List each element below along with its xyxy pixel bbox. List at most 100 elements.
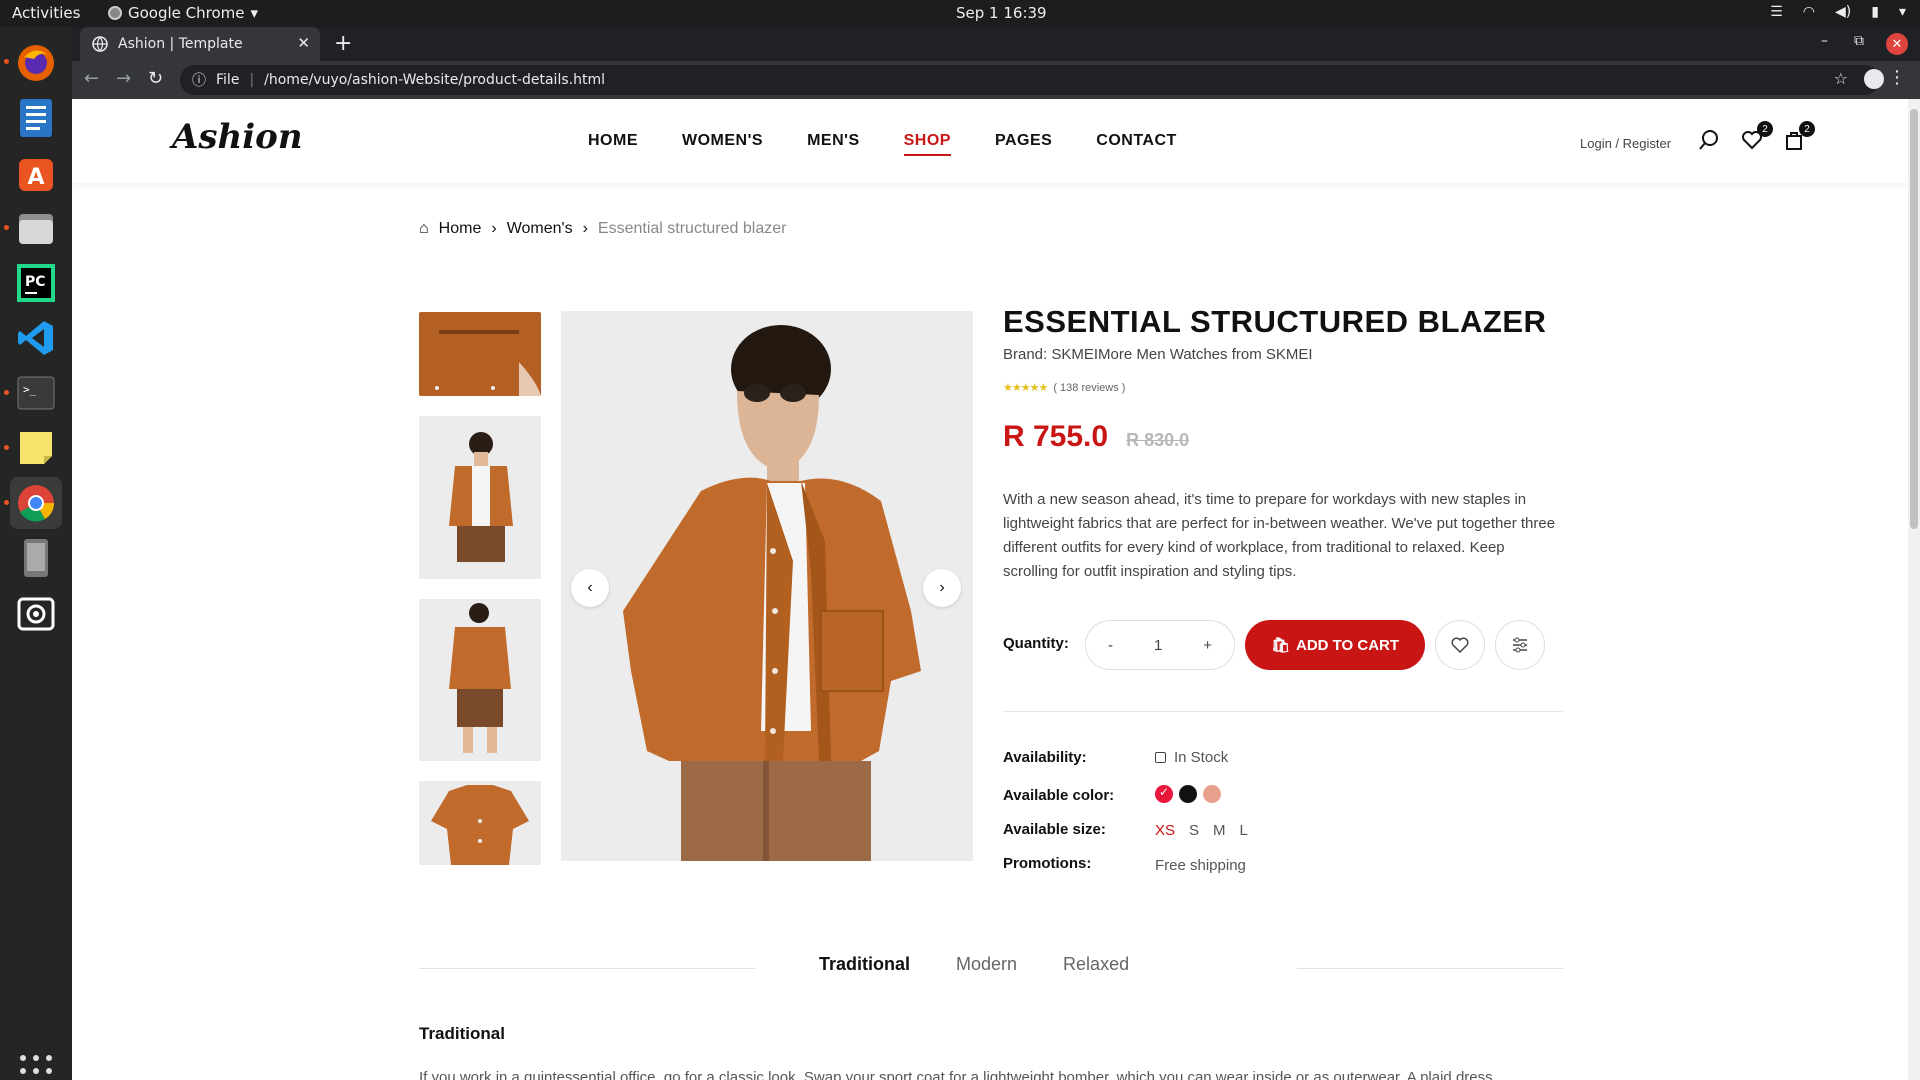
browser-menu-icon[interactable]: ⋮ [1888, 67, 1906, 88]
size-s[interactable]: S [1189, 822, 1199, 839]
size-l[interactable]: L [1240, 822, 1248, 839]
new-tab-icon[interactable]: + [334, 31, 352, 56]
bookmark-star-icon[interactable]: ☆ [1834, 69, 1848, 88]
url-separator: | [249, 72, 255, 88]
cart-bag-icon[interactable]: 2 [1783, 121, 1815, 153]
product-thumbnail-4[interactable] [419, 781, 541, 865]
info-icon[interactable]: ⓘ [192, 70, 206, 90]
volume-icon[interactable]: ◀) [1835, 4, 1851, 20]
tab-relaxed[interactable]: Relaxed [1063, 954, 1129, 975]
firefox-icon[interactable] [10, 37, 62, 89]
software-center-icon[interactable]: A [10, 147, 62, 199]
product-thumbnail-2[interactable] [419, 416, 541, 579]
page-scrollbar[interactable] [1908, 99, 1920, 1080]
battery-icon[interactable]: ▮ [1871, 4, 1879, 20]
nav-womens[interactable]: WOMEN'S [682, 132, 763, 156]
heart-icon [1451, 637, 1469, 654]
size-m[interactable]: M [1213, 822, 1226, 839]
tab-modern[interactable]: Modern [956, 954, 1017, 975]
reload-icon[interactable]: ↻ [148, 68, 163, 89]
nav-shop[interactable]: SHOP [903, 132, 951, 156]
qty-value[interactable]: 1 [1154, 637, 1162, 654]
next-image-button[interactable]: › [923, 569, 961, 607]
restore-icon[interactable]: ⧉ [1854, 33, 1864, 49]
profile-avatar-icon[interactable] [1864, 69, 1884, 89]
color-swatch-peach[interactable] [1203, 785, 1221, 803]
nav-pages[interactable]: PAGES [995, 132, 1052, 156]
power-caret-icon[interactable]: ▾ [1899, 4, 1906, 20]
tab-traditional[interactable]: Traditional [819, 954, 910, 975]
chrome-icon [108, 6, 122, 20]
nav-mens[interactable]: MEN'S [807, 132, 860, 156]
compare-button[interactable] [1495, 620, 1545, 670]
promotions-label: Promotions: [1003, 855, 1092, 872]
prev-image-button[interactable]: ‹ [571, 569, 609, 607]
sticky-notes-icon[interactable] [10, 422, 62, 474]
terminal-icon[interactable]: >_ [10, 367, 62, 419]
product-thumbnail-3[interactable] [419, 599, 541, 761]
address-bar[interactable]: ⓘ File | /home/vuyo/ashion-Website/produ… [180, 65, 1880, 95]
svg-text:>_: >_ [23, 383, 37, 396]
device-icon[interactable] [10, 532, 62, 584]
search-icon[interactable] [1698, 129, 1722, 153]
wifi-icon[interactable]: ◠ [1803, 4, 1815, 20]
quantity-stepper[interactable]: - 1 + [1085, 620, 1235, 670]
files-icon[interactable] [10, 202, 62, 254]
minimize-icon[interactable]: – [1821, 33, 1828, 49]
tab-title: Ashion | Template [118, 36, 243, 52]
url-scheme: File [216, 72, 240, 88]
login-register-link[interactable]: Login / Register [1580, 136, 1671, 151]
color-swatch-red[interactable]: ✓ [1155, 785, 1173, 803]
wishlist-heart-icon[interactable]: 2 [1741, 121, 1773, 153]
forward-icon[interactable]: → [116, 68, 131, 89]
pycharm-icon[interactable]: PC [10, 257, 62, 309]
tab-content-text: If you work in a quintessential office, … [419, 1069, 1493, 1080]
screenshot-icon[interactable] [10, 587, 62, 639]
qty-increase-button[interactable]: + [1203, 637, 1212, 654]
caret-down-icon: ▾ [250, 4, 259, 22]
vscode-icon[interactable] [10, 312, 62, 364]
product-title: ESSENTIAL STRUCTURED BLAZER [1003, 304, 1547, 339]
shopping-bag-icon: 🛍 [1270, 637, 1290, 654]
clock[interactable]: Sep 1 16:39 [956, 4, 1047, 22]
window-close-icon[interactable]: ✕ [1886, 33, 1908, 55]
add-to-wishlist-button[interactable] [1435, 620, 1485, 670]
color-swatch-black[interactable] [1179, 785, 1197, 803]
check-icon: ✓ [1159, 785, 1170, 799]
activities-button[interactable]: Activities [12, 4, 80, 22]
reviews-count[interactable]: ( 138 reviews ) [1053, 382, 1125, 394]
chrome-dock-icon[interactable] [10, 477, 62, 529]
breadcrumb-category[interactable]: Women's [507, 220, 573, 238]
tab-close-icon[interactable]: ✕ [297, 34, 310, 52]
product-description: With a new season ahead, it's time to pr… [1003, 491, 1556, 580]
show-apps-icon[interactable] [20, 1055, 52, 1080]
back-icon[interactable]: ← [84, 68, 99, 89]
system-tray[interactable]: ☰ ◠ ◀) ▮ ▾ [1770, 4, 1906, 20]
add-to-cart-button[interactable]: 🛍 ADD TO CART [1245, 620, 1425, 670]
breadcrumb-chevron-icon: › [491, 220, 497, 237]
stock-checkbox-icon[interactable] [1155, 752, 1166, 763]
availability-value: In Stock [1155, 749, 1228, 766]
add-to-cart-label: ADD TO CART [1295, 636, 1400, 654]
nav-home[interactable]: HOME [588, 132, 638, 156]
breadcrumb-chevron-icon: › [582, 220, 588, 237]
app-menu-label: Google Chrome [128, 4, 245, 22]
nav-contact[interactable]: CONTACT [1096, 132, 1177, 156]
running-indicator [4, 500, 9, 505]
scrollbar-thumb[interactable] [1910, 109, 1918, 529]
browser-tab[interactable]: Ashion | Template ✕ [80, 27, 320, 61]
product-rating: ★★★★★ ( 138 reviews ) [1003, 381, 1563, 395]
wishlist-count-badge: 2 [1757, 121, 1773, 137]
size-options: XS S M L [1155, 822, 1256, 839]
app-menu[interactable]: Google Chrome ▾ [108, 4, 258, 22]
site-logo[interactable]: Ashion [172, 117, 303, 157]
menu-lines-icon[interactable]: ☰ [1770, 4, 1783, 20]
quantity-label: Quantity: [1003, 635, 1069, 652]
qty-decrease-button[interactable]: - [1108, 637, 1113, 654]
chevron-right-icon: › [939, 579, 945, 596]
size-label: Available size: [1003, 821, 1106, 838]
size-xs[interactable]: XS [1155, 822, 1175, 839]
breadcrumb-home[interactable]: Home [439, 220, 482, 238]
product-thumbnail-1[interactable] [419, 312, 541, 396]
writer-icon[interactable] [10, 92, 62, 144]
